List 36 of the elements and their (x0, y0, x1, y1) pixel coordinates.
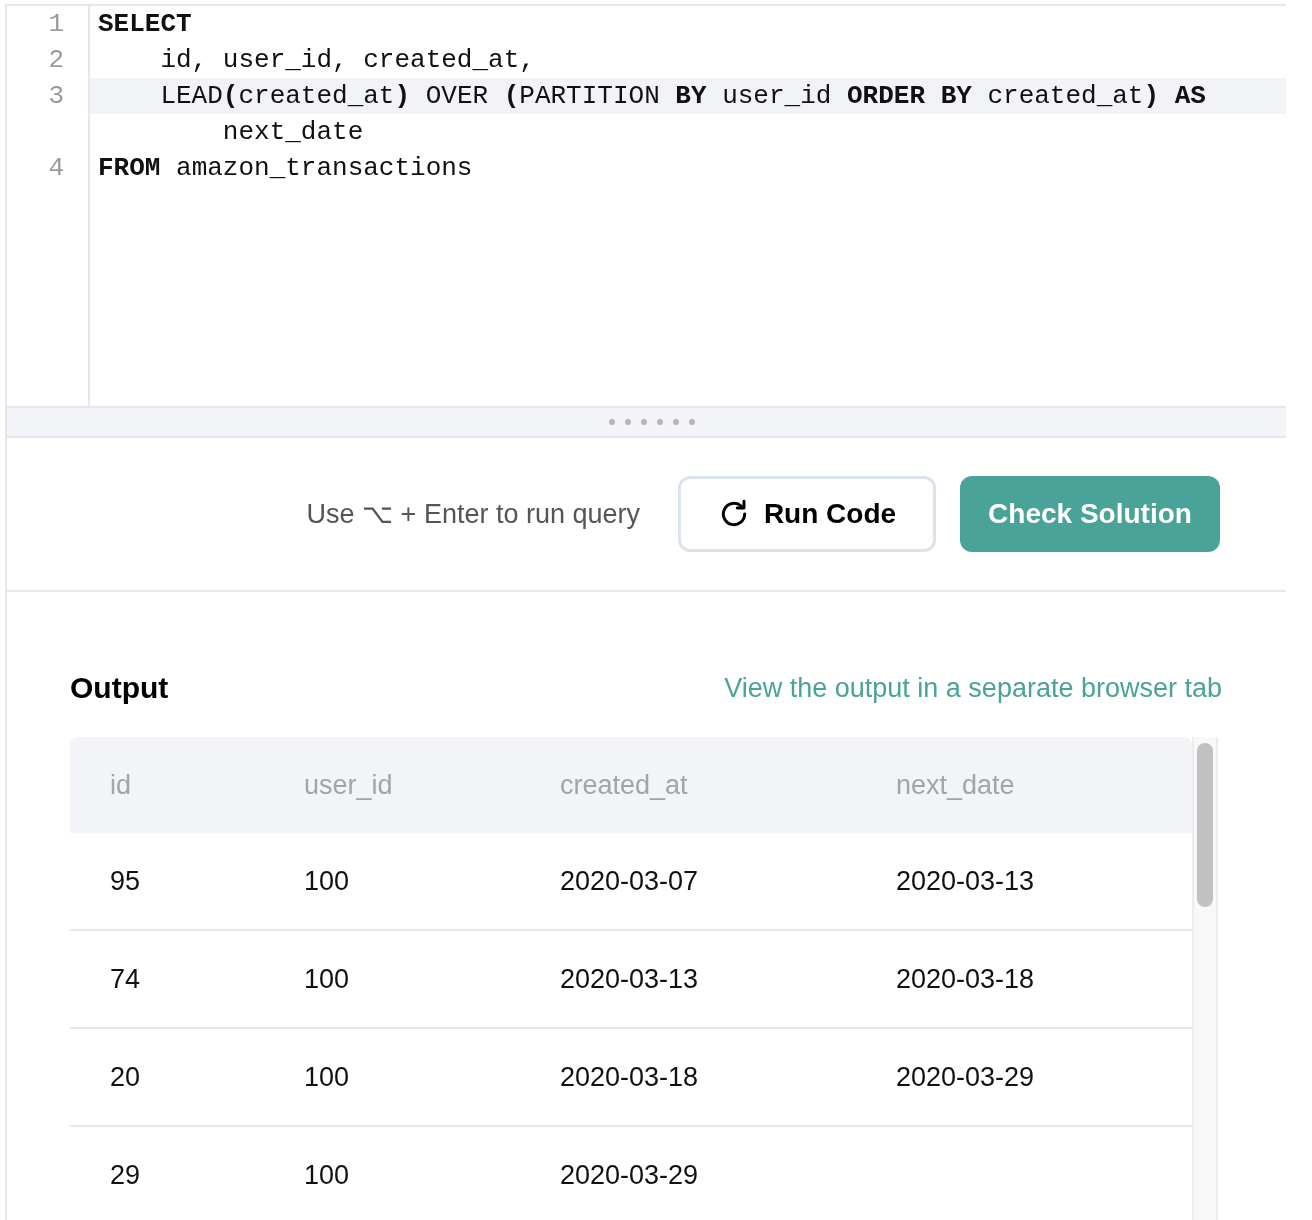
column-header[interactable]: created_at (520, 769, 856, 801)
line-number: 3 (47, 80, 65, 113)
drag-handle-icon (608, 419, 695, 425)
table-cell-text: 100 (303, 1061, 351, 1093)
splitter-handle[interactable] (7, 406, 1286, 438)
column-header[interactable]: user_id (264, 769, 520, 801)
run-code-button[interactable]: Run Code (678, 476, 936, 552)
table-cell-text: 2020-03-18 (559, 1061, 700, 1093)
line-number: 4 (47, 152, 65, 185)
scrollbar[interactable] (1192, 737, 1218, 1220)
code-line: FROM amazon_transactions (97, 152, 474, 185)
table-cell-text: 2020-03-13 (559, 963, 700, 995)
table-cell-text: 100 (303, 963, 351, 995)
table-cell-text: 95 (109, 865, 142, 897)
code-line: id, user_id, created_at, (159, 44, 536, 77)
code-line: next_date (221, 116, 365, 149)
table-cell-text: 100 (303, 865, 351, 897)
line-number: 1 (47, 8, 65, 41)
table-cell-text: 100 (303, 1159, 351, 1191)
shortcut-hint: Use ⌥ + Enter to run query (306, 498, 640, 530)
line-number: 2 (47, 44, 65, 77)
table-cell-text: 2020-03-29 (559, 1159, 700, 1191)
table-cell-text: 2020-03-18 (895, 963, 1036, 995)
check-solution-button[interactable]: Check Solution (960, 476, 1220, 552)
output-title: Output (70, 671, 169, 705)
table-cell-text: 2020-03-29 (895, 1061, 1036, 1093)
open-in-new-tab-link[interactable]: View the output in a separate browser tab (724, 672, 1222, 704)
table-cell-text: 2020-03-07 (559, 865, 700, 897)
code-line: SELECT (97, 8, 193, 41)
column-header[interactable]: next_date (856, 769, 1192, 801)
table-cell-text: 2020-03-13 (895, 865, 1036, 897)
table-cell-text: 29 (109, 1159, 142, 1191)
column-header[interactable]: id (70, 769, 264, 801)
table-cell-text: 74 (109, 963, 142, 995)
table-cell-text: 20 (109, 1061, 142, 1093)
scrollbar-thumb[interactable] (1197, 743, 1213, 907)
